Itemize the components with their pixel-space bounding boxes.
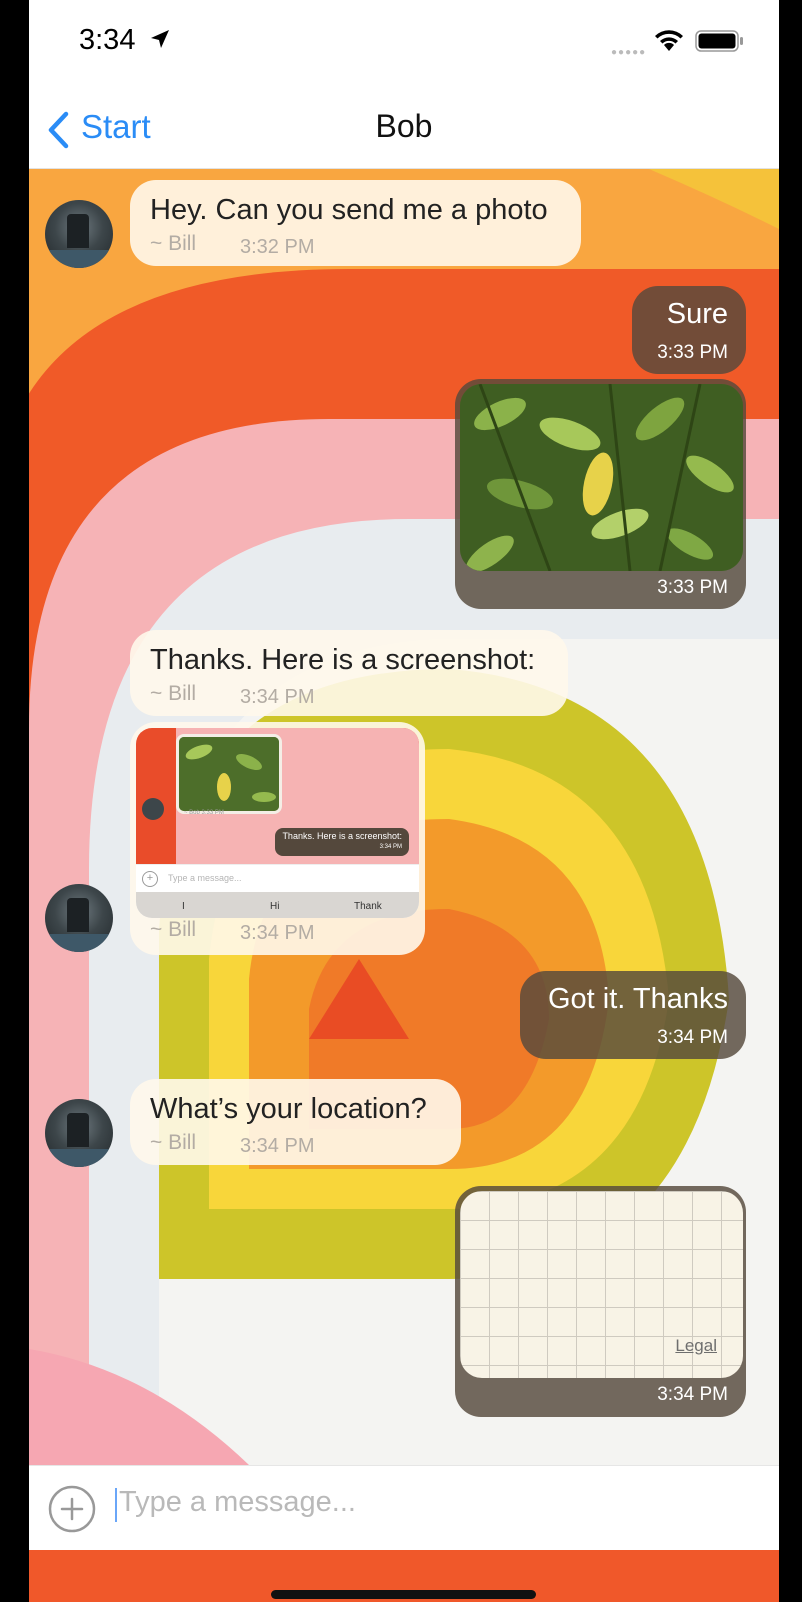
outgoing-message-bubble[interactable]: Sure 3:33 PM [632,286,746,374]
status-time: 3:34 [79,24,136,56]
message-time: 3:34 PM [657,1027,728,1048]
outgoing-photo-bubble[interactable]: 3:33 PM [455,379,746,609]
message-time: 3:32 PM [240,236,315,258]
incoming-message-bubble[interactable]: Thanks. Here is a screenshot: ~ Bill 3:3… [130,630,568,716]
message-sender: ~ Bill [150,682,197,705]
screenshot-photo [176,734,282,814]
text-caret [115,1488,117,1522]
phone-screen: 3:34 ●●●●● Start Bob Hey. Can you send m… [29,0,779,1602]
message-time: 3:34 PM [240,922,315,944]
message-sender: ~ Bill [150,232,197,255]
message-time: 3:34 PM [657,1384,728,1405]
incoming-message-bubble[interactable]: Hey. Can you send me a photo ~ Bill 3:32… [130,180,581,266]
status-bar: 3:34 ●●●●● [29,0,779,84]
screenshot-leaves [179,737,279,811]
message-time: 3:33 PM [657,577,728,598]
message-time: 3:34 PM [240,1135,315,1157]
message-list[interactable]: Hey. Can you send me a photo ~ Bill 3:32… [29,169,779,1465]
screenshot-bubble-text: Thanks. Here is a screenshot: [282,831,402,841]
screenshot-outgoing-bubble: Thanks. Here is a screenshot: 3:34 PM [275,828,409,856]
chat-title: Bob [375,108,433,144]
plus-circle-icon[interactable] [47,1484,97,1534]
avatar[interactable] [45,200,113,268]
message-text: Thanks. Here is a screenshot: [150,644,536,676]
message-text: Hey. Can you send me a photo [150,194,548,226]
battery-icon [695,30,743,52]
outgoing-message-bubble[interactable]: Got it. Thanks 3:34 PM [520,971,746,1059]
screenshot-sender-tag: ~ Bob 3:33 PM [184,810,224,816]
screenshot-avatar [142,798,164,820]
avatar[interactable] [45,884,113,952]
message-sender: ~ Bill [150,1131,197,1154]
screenshot-suggestion: Hi [270,901,280,912]
outgoing-location-bubble[interactable]: Legal 3:34 PM [455,1186,746,1417]
screenshot-plus-icon: + [142,871,158,887]
navigation-bar: Start Bob [29,84,779,169]
message-text: Sure [666,298,728,330]
screenshot-suggestion: Thank [354,901,382,912]
location-arrow-icon [151,30,169,48]
photo-attachment[interactable] [460,384,743,571]
message-text: What’s your location? [150,1093,427,1125]
screenshot-suggestion: I [182,901,185,912]
map-attachment[interactable]: Legal [460,1191,743,1378]
map-legal-link[interactable]: Legal [675,1336,717,1356]
screenshot-bubble-time: 3:34 PM [379,844,402,850]
message-input-bar: Type a message... [29,1465,779,1551]
screenshot-attachment[interactable]: ~ Bob 3:33 PM Thanks. Here is a screensh… [136,728,419,918]
signal-dots-icon: ●●●●● [611,47,647,58]
screenshot-input-bar: + Type a message... [136,864,419,891]
message-time: 3:34 PM [240,686,315,708]
message-time: 3:33 PM [657,342,728,363]
message-input[interactable]: Type a message... [119,1486,356,1519]
wifi-icon [655,30,683,51]
screenshot-suggestions: I Hi Thank [136,892,419,918]
screenshot-placeholder: Type a message... [168,873,242,883]
incoming-screenshot-bubble[interactable]: ~ Bob 3:33 PM Thanks. Here is a screensh… [130,722,425,955]
leaves-photo [460,384,743,571]
incoming-message-bubble[interactable]: What’s your location? ~ Bill 3:34 PM [130,1079,461,1165]
message-sender: ~ Bill [150,918,197,941]
home-indicator[interactable] [271,1590,536,1599]
avatar[interactable] [45,1099,113,1167]
message-text: Got it. Thanks [548,983,728,1015]
